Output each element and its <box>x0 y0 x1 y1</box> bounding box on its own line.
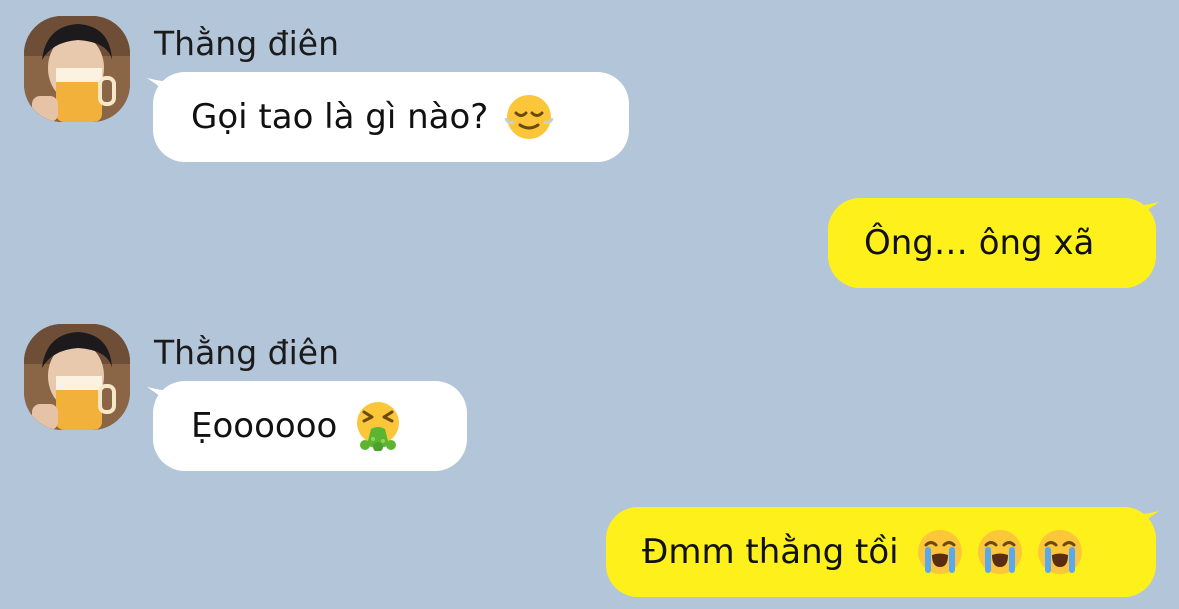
sender-name: Thằng điên <box>154 333 339 372</box>
sender-avatar[interactable] <box>24 16 130 122</box>
message-text: Ông… ông xã <box>864 223 1095 263</box>
message-text: Gọi tao là gì nào? <box>191 97 489 137</box>
message-text: Ẹoooooo <box>191 406 338 446</box>
message-text: Đmm thằng tồi <box>642 532 899 572</box>
loudly-crying-face-icon <box>1035 527 1085 577</box>
message-bubble-outgoing[interactable]: Ông… ông xã <box>828 198 1156 288</box>
message-bubble-incoming[interactable]: Ẹoooooo <box>153 381 467 471</box>
vomiting-face-icon <box>353 401 403 451</box>
message-bubble-incoming[interactable]: Gọi tao là gì nào? <box>153 72 629 162</box>
loudly-crying-face-icon <box>915 527 965 577</box>
message-bubble-outgoing[interactable]: Đmm thằng tồi <box>606 507 1156 597</box>
relieved-face-icon <box>504 92 554 142</box>
sender-avatar[interactable] <box>24 324 130 430</box>
sender-name: Thằng điên <box>154 24 339 63</box>
loudly-crying-face-icon <box>975 527 1025 577</box>
